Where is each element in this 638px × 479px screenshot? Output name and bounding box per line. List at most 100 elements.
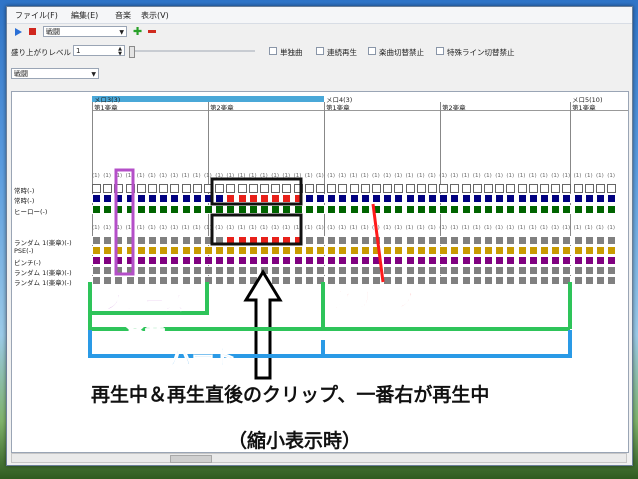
- clip-cell[interactable]: [125, 256, 135, 265]
- clip-cell[interactable]: [282, 246, 292, 255]
- clip-cell[interactable]: [237, 205, 247, 214]
- menu-edit[interactable]: 編集(E): [71, 10, 98, 21]
- clip-cell[interactable]: [540, 266, 549, 275]
- clip-cell[interactable]: [528, 256, 538, 265]
- clip-cell[interactable]: [293, 205, 303, 214]
- clip-cell[interactable]: [461, 276, 471, 285]
- clip-cell[interactable]: [226, 205, 236, 214]
- clip-cell[interactable]: [92, 246, 101, 255]
- clip-cell[interactable]: [596, 184, 605, 193]
- clip-cell[interactable]: [103, 256, 113, 265]
- clip-cell[interactable]: [271, 256, 281, 265]
- clip-cell[interactable]: [528, 194, 538, 203]
- clip-cell[interactable]: [416, 266, 426, 275]
- clip-cell[interactable]: [551, 205, 561, 214]
- clip-cell[interactable]: [103, 236, 113, 245]
- clip-cell[interactable]: [551, 256, 561, 265]
- clip-cell-playing[interactable]: [248, 236, 258, 245]
- clip-cell[interactable]: [181, 205, 191, 214]
- clip-cell[interactable]: [92, 266, 101, 275]
- clip-cell[interactable]: [416, 276, 426, 285]
- clip-cell[interactable]: [562, 256, 572, 265]
- clip-cell[interactable]: [282, 266, 292, 275]
- clip-cell[interactable]: [349, 256, 359, 265]
- clip-cell-playing[interactable]: [260, 236, 269, 245]
- clip-cell[interactable]: [338, 236, 348, 245]
- clip-cell[interactable]: [248, 256, 258, 265]
- clip-cell[interactable]: [416, 236, 426, 245]
- clip-cell[interactable]: [596, 266, 605, 275]
- clip-cell[interactable]: [416, 194, 426, 203]
- clip-cell-playing[interactable]: [237, 236, 247, 245]
- clip-cell[interactable]: [383, 266, 393, 275]
- clip-cell[interactable]: [472, 205, 482, 214]
- clip-cell[interactable]: [495, 266, 505, 275]
- clip-cell[interactable]: [293, 246, 303, 255]
- clip-cell[interactable]: [293, 256, 303, 265]
- clip-cell[interactable]: [271, 246, 281, 255]
- clip-cell[interactable]: [327, 246, 337, 255]
- horizontal-scrollbar[interactable]: [11, 453, 627, 463]
- clip-cell[interactable]: [517, 246, 527, 255]
- clip-cell[interactable]: [181, 194, 191, 203]
- clip-cell[interactable]: [136, 276, 146, 285]
- clip-cell[interactable]: [103, 276, 113, 285]
- clip-cell[interactable]: [372, 205, 381, 214]
- no-song-switch-checkbox[interactable]: [368, 47, 376, 55]
- clip-cell[interactable]: [607, 184, 617, 193]
- clip-cell[interactable]: [148, 184, 157, 193]
- clip-cell[interactable]: [506, 256, 516, 265]
- clip-cell[interactable]: [573, 184, 583, 193]
- clip-cell[interactable]: [383, 184, 393, 193]
- clip-cell[interactable]: [562, 276, 572, 285]
- clip-cell[interactable]: [484, 256, 493, 265]
- clip-cell[interactable]: [192, 194, 202, 203]
- clip-cell[interactable]: [372, 266, 381, 275]
- clip-cell-playing[interactable]: [226, 236, 236, 245]
- clip-cell-playing[interactable]: [226, 194, 236, 203]
- clip-cell[interactable]: [304, 276, 314, 285]
- clip-cell[interactable]: [394, 205, 404, 214]
- clip-cell[interactable]: [584, 266, 594, 275]
- clip-cell[interactable]: [450, 205, 460, 214]
- clip-cell[interactable]: [528, 276, 538, 285]
- clip-cell[interactable]: [92, 236, 101, 245]
- clip-cell[interactable]: [114, 236, 124, 245]
- clip-cell-playing[interactable]: [271, 194, 281, 203]
- clip-cell[interactable]: [416, 184, 426, 193]
- clip-cell[interactable]: [584, 236, 594, 245]
- clip-cell[interactable]: [338, 184, 348, 193]
- clip-cell[interactable]: [495, 184, 505, 193]
- clip-cell[interactable]: [461, 246, 471, 255]
- clip-cell[interactable]: [114, 276, 124, 285]
- clip-cell[interactable]: [383, 205, 393, 214]
- clip-cell[interactable]: [517, 266, 527, 275]
- clip-cell[interactable]: [237, 276, 247, 285]
- clip-cell[interactable]: [114, 266, 124, 275]
- clip-cell[interactable]: [405, 194, 415, 203]
- clip-cell[interactable]: [484, 205, 493, 214]
- clip-cell-playing[interactable]: [293, 236, 303, 245]
- clip-cell[interactable]: [260, 184, 269, 193]
- clip-cell[interactable]: [528, 184, 538, 193]
- clip-cell[interactable]: [596, 205, 605, 214]
- clip-cell[interactable]: [192, 184, 202, 193]
- clip-cell[interactable]: [159, 184, 169, 193]
- clip-cell[interactable]: [148, 276, 157, 285]
- clip-cell[interactable]: [416, 205, 426, 214]
- clip-cell[interactable]: [439, 205, 449, 214]
- clip-cell[interactable]: [349, 236, 359, 245]
- clip-cell[interactable]: [103, 246, 113, 255]
- clip-cell[interactable]: [103, 205, 113, 214]
- clip-cell[interactable]: [450, 236, 460, 245]
- clip-cell[interactable]: [540, 205, 549, 214]
- clip-cell[interactable]: [260, 205, 269, 214]
- clip-cell[interactable]: [506, 276, 516, 285]
- level-spinner[interactable]: 1 ▲ ▼: [73, 45, 125, 57]
- clip-cell[interactable]: [506, 246, 516, 255]
- clip-cell[interactable]: [584, 205, 594, 214]
- clip-cell[interactable]: [316, 276, 325, 285]
- clip-cell[interactable]: [428, 205, 437, 214]
- clip-cell[interactable]: [506, 236, 516, 245]
- clip-cell[interactable]: [450, 194, 460, 203]
